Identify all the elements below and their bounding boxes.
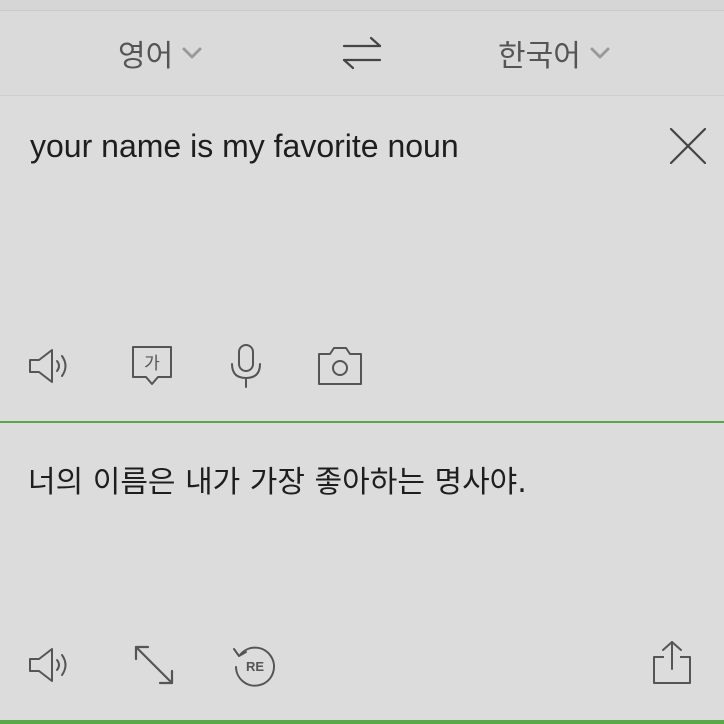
share-icon[interactable] [648,639,696,687]
output-pane: 너의 이름은 내가 가장 좋아하는 명사야. RE [0,423,724,720]
speaker-icon[interactable] [26,641,74,689]
honorific-icon[interactable]: 가 [128,342,176,390]
language-bar: 영어 한국어 [0,11,724,96]
microphone-icon[interactable] [222,342,270,390]
camera-icon[interactable] [316,342,364,390]
speaker-icon[interactable] [26,342,74,390]
swap-languages-icon[interactable] [338,31,386,75]
input-pane[interactable]: your name is my favorite noun 가 [0,96,724,421]
retranslate-glyph: RE [246,659,264,674]
source-language-selector[interactable]: 영어 [118,11,203,95]
honorific-glyph: 가 [144,354,160,374]
source-text-input[interactable]: your name is my favorite noun [30,128,459,165]
target-language-selector[interactable]: 한국어 [498,11,611,95]
expand-icon[interactable] [130,641,178,689]
chevron-down-icon [182,47,202,59]
source-language-label: 영어 [118,39,174,74]
status-strip [0,0,724,11]
target-language-label: 한국어 [498,39,581,74]
chevron-down-icon [590,47,610,59]
translated-text: 너의 이름은 내가 가장 좋아하는 명사야. [28,465,527,500]
bottom-accent-line [0,720,724,724]
close-icon[interactable] [668,126,708,166]
retranslate-icon[interactable]: RE [230,641,278,689]
